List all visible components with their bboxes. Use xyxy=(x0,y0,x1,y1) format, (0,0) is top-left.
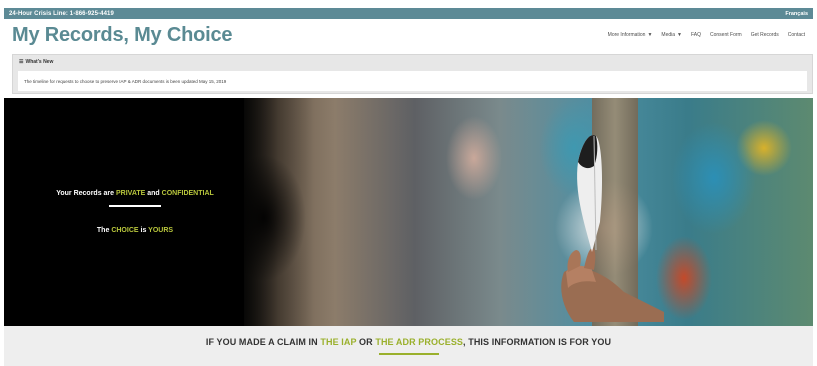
crisis-line[interactable]: 24-Hour Crisis Line: 1-866-925-4419 xyxy=(9,11,114,17)
whats-new-message[interactable]: The timeline for requests to choose to p… xyxy=(24,79,226,84)
nav-item-label: Consent Form xyxy=(710,32,742,38)
site-header: My Records, My Choice More Information ▼… xyxy=(4,19,813,51)
caret-down-icon: ▼ xyxy=(647,32,653,38)
whats-new-panel: ☰ What's New The timeline for requests t… xyxy=(12,54,813,94)
banner-highlight-adr: THE ADR PROCESS xyxy=(375,337,464,348)
banner-highlight-iap: THE IAP xyxy=(320,337,357,348)
hero-banner: Your Records are PRIVATE and CONFIDENTIA… xyxy=(4,98,813,326)
feather-hand-image xyxy=(561,135,664,322)
hero-text: is xyxy=(140,226,147,234)
hero-text: Your Records are xyxy=(56,190,115,197)
hero-text: The xyxy=(96,226,110,234)
banner-text: IF YOU MADE A CLAIM IN xyxy=(205,337,318,348)
site-logo[interactable]: My Records, My Choice xyxy=(12,24,233,47)
hero-highlight-confidential: CONFIDENTIAL xyxy=(161,190,214,197)
list-icon: ☰ xyxy=(19,59,24,65)
nav-item-more-information[interactable]: More Information ▼ xyxy=(608,32,653,38)
whats-new-header: ☰ What's New xyxy=(13,55,812,69)
info-banner: IF YOU MADE A CLAIM IN THE IAP OR THE AD… xyxy=(4,326,813,366)
nav-item-label: Get Records xyxy=(750,32,779,38)
hero-text: and xyxy=(147,190,160,197)
nav-item-label: More Information xyxy=(607,32,646,38)
nav-item-label: FAQ xyxy=(690,32,701,38)
language-toggle[interactable]: Français xyxy=(785,11,808,17)
nav-item-label: Media xyxy=(661,32,676,38)
banner-underline xyxy=(378,353,439,355)
nav-item-media[interactable]: Media ▼ xyxy=(661,32,682,38)
whats-new-body: The timeline for requests to choose to p… xyxy=(18,71,807,91)
nav-item-consent-form[interactable]: Consent Form xyxy=(710,32,742,38)
banner-text: , THIS INFORMATION IS FOR YOU xyxy=(463,337,612,348)
banner-text: OR xyxy=(359,337,373,348)
hero-line-choice: The CHOICE is YOURS xyxy=(26,227,244,234)
nav-item-contact[interactable]: Contact xyxy=(788,32,805,38)
main-nav: More Information ▼ Media ▼ FAQ Consent F… xyxy=(608,32,805,38)
caret-down-icon: ▼ xyxy=(677,32,682,38)
info-banner-title: IF YOU MADE A CLAIM IN THE IAP OR THE AD… xyxy=(206,337,611,347)
hero-highlight-yours: YOURS xyxy=(148,226,174,234)
hero-line-private: Your Records are PRIVATE and CONFIDENTIA… xyxy=(26,190,244,197)
hero-highlight-choice: CHOICE xyxy=(111,226,139,234)
top-bar: 24-Hour Crisis Line: 1-866-925-4419 Fran… xyxy=(4,8,813,19)
nav-item-get-records[interactable]: Get Records xyxy=(751,32,779,38)
nav-item-faq[interactable]: FAQ xyxy=(691,32,701,38)
hero-highlight-private: PRIVATE xyxy=(116,190,146,197)
stained-glass-photo xyxy=(244,98,813,326)
nav-item-label: Contact xyxy=(787,32,805,38)
hero-message: Your Records are PRIVATE and CONFIDENTIA… xyxy=(26,190,244,234)
hero-divider xyxy=(109,205,161,207)
whats-new-heading: What's New xyxy=(25,59,54,65)
